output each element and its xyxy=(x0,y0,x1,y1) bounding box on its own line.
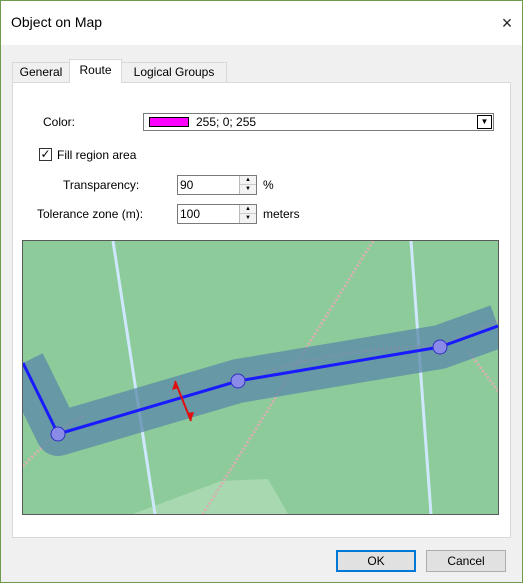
route-vertex[interactable] xyxy=(432,339,448,355)
tab-general[interactable]: General xyxy=(12,62,70,82)
dialog-footer: OK Cancel xyxy=(1,541,522,583)
cancel-button[interactable]: Cancel xyxy=(426,550,506,572)
close-icon[interactable]: × xyxy=(492,1,522,45)
transparency-spin-buttons: ▲ ▼ xyxy=(239,176,256,194)
route-vertex[interactable] xyxy=(230,373,246,389)
map-canvas xyxy=(23,241,498,514)
transparency-label: Transparency: xyxy=(63,178,140,192)
chevron-down-icon[interactable]: ▼ xyxy=(477,115,492,129)
tab-logical-groups[interactable]: Logical Groups xyxy=(121,62,227,82)
route-tab-panel: Color: 255; 0; 255 ▼ ✓ Fill region area … xyxy=(12,82,511,538)
fill-region-checkbox[interactable]: ✓ xyxy=(39,148,52,161)
color-value: 255; 0; 255 xyxy=(196,115,257,129)
route-vertex[interactable] xyxy=(50,426,66,442)
spin-down-icon[interactable]: ▼ xyxy=(240,185,256,194)
tolerance-spin-buttons: ▲ ▼ xyxy=(239,205,256,223)
checkmark-icon: ✓ xyxy=(40,147,51,161)
title-bar: Object on Map × xyxy=(1,1,522,45)
fill-region-label: Fill region area xyxy=(57,148,137,162)
transparency-input[interactable] xyxy=(180,177,238,192)
transparency-stepper[interactable]: ▲ ▼ xyxy=(177,175,257,195)
tolerance-input[interactable] xyxy=(180,206,238,221)
spin-up-icon[interactable]: ▲ xyxy=(240,176,256,185)
transparency-unit: % xyxy=(263,178,274,192)
tolerance-label: Tolerance zone (m): xyxy=(37,207,144,221)
tab-route[interactable]: Route xyxy=(69,59,122,83)
color-label: Color: xyxy=(43,115,76,129)
ok-button[interactable]: OK xyxy=(336,550,416,572)
tolerance-stepper[interactable]: ▲ ▼ xyxy=(177,204,257,224)
dialog-window: Object on Map × General Route Logical Gr… xyxy=(0,0,523,583)
color-select[interactable]: 255; 0; 255 ▼ xyxy=(143,113,494,131)
tolerance-unit: meters xyxy=(263,207,300,221)
spin-up-icon[interactable]: ▲ xyxy=(240,205,256,214)
spin-down-icon[interactable]: ▼ xyxy=(240,214,256,223)
route-map-preview xyxy=(22,240,499,515)
color-swatch xyxy=(149,117,189,127)
window-title: Object on Map xyxy=(11,14,103,30)
